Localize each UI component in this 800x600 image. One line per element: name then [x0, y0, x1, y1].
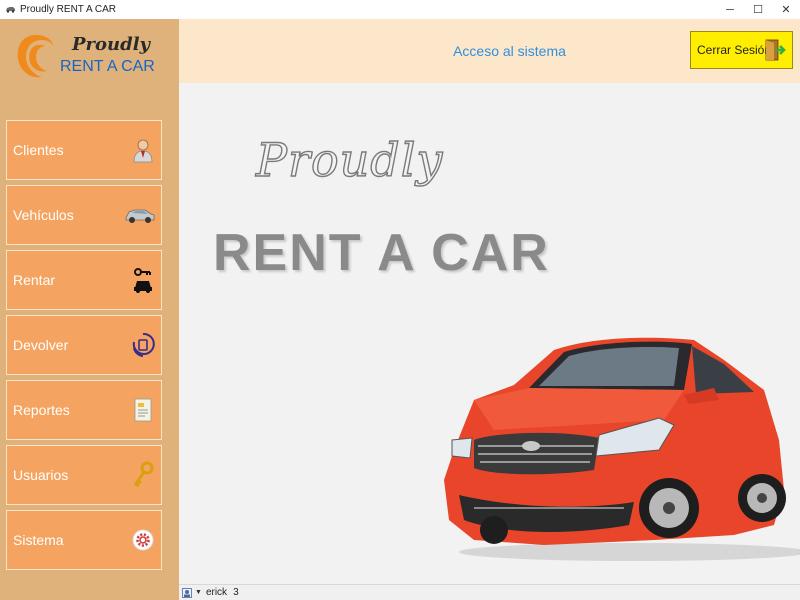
logo-swirl-icon: [17, 35, 54, 78]
close-button[interactable]: ✕: [772, 0, 800, 19]
sidebar-item-label: Devolver: [13, 337, 69, 353]
brand-rent-a-car: RENT A CAR: [213, 224, 550, 282]
sidebar-item-usuarios[interactable]: Usuarios: [6, 445, 162, 505]
dropdown-arrow-icon[interactable]: ▼: [195, 589, 202, 596]
sidebar-item-reportes[interactable]: Reportes: [6, 380, 162, 440]
logo: Proudly RENT A CAR: [14, 29, 174, 89]
sidebar-item-label: Usuarios: [13, 467, 69, 483]
car-app-icon: [6, 7, 15, 13]
header: Acceso al sistema Cerrar Sesión: [179, 19, 800, 83]
maximize-button[interactable]: ☐: [744, 0, 772, 19]
logout-label: Cerrar Sesión: [697, 43, 772, 57]
return-icon: [130, 330, 156, 360]
sidebar-item-devolver[interactable]: Devolver: [6, 315, 162, 375]
sidebar-item-label: Sistema: [13, 532, 64, 548]
main-content: Proudly RENT A CAR: [179, 83, 800, 584]
gear-icon: [130, 525, 156, 555]
app-window: Proudly RENT A CAR ─ ☐ ✕ Proudly RENT A …: [0, 0, 800, 600]
car-key-icon: [130, 265, 156, 295]
exit-door-icon: [765, 39, 786, 61]
sidebar-item-label: Clientes: [13, 142, 64, 158]
sidebar-item-label: Rentar: [13, 272, 56, 288]
user-status-icon: [182, 587, 192, 598]
sidebar-item-label: Reportes: [13, 402, 70, 418]
key-icon: [130, 460, 156, 490]
sidebar-item-label: Vehículos: [13, 207, 74, 223]
sidebar-item-rentar[interactable]: Rentar: [6, 250, 162, 310]
sidebar-item-vehiculos[interactable]: Vehículos: [6, 185, 162, 245]
report-icon: [130, 395, 156, 425]
logo-proudly: Proudly: [72, 34, 150, 55]
sidebar-item-sistema[interactable]: Sistema: [6, 510, 162, 570]
status-bar: ▼ erick 3: [179, 584, 800, 600]
minimize-button[interactable]: ─: [716, 0, 744, 19]
window-title: Proudly RENT A CAR: [20, 4, 116, 15]
logo-rent-a-car: RENT A CAR: [60, 58, 155, 75]
car-image: [444, 337, 800, 561]
status-count: 3: [233, 587, 239, 598]
brand-proudly: Proudly: [255, 132, 444, 187]
sidebar: Proudly RENT A CAR Clientes Vehículos Re…: [0, 19, 179, 600]
car-icon: [124, 200, 156, 230]
status-user: erick: [205, 587, 228, 598]
logout-button[interactable]: Cerrar Sesión: [690, 31, 793, 69]
title-bar: Proudly RENT A CAR ─ ☐ ✕: [0, 0, 800, 19]
sidebar-item-clientes[interactable]: Clientes: [6, 120, 162, 180]
user-icon: [130, 135, 156, 165]
